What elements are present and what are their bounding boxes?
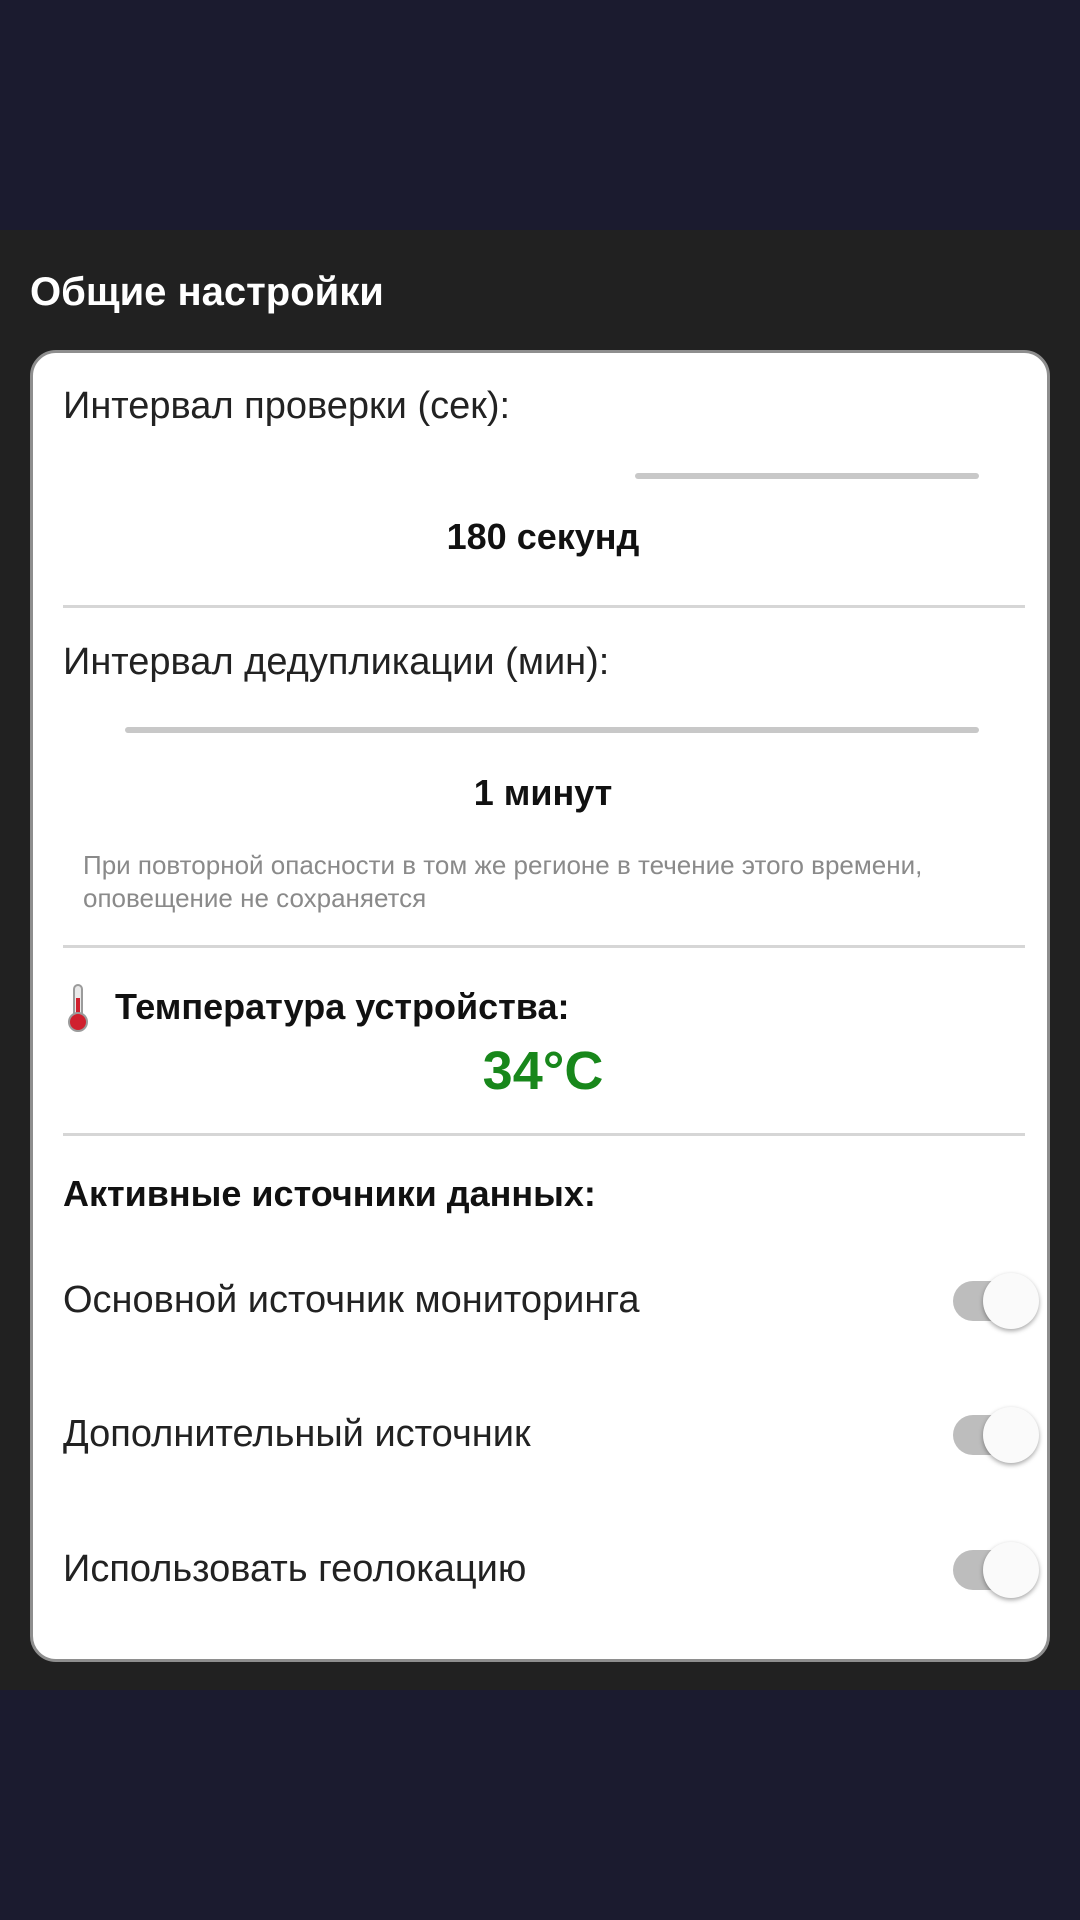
temperature-label: Температура устройства: [115, 986, 570, 1027]
thermometer-icon [63, 982, 93, 1032]
source-label-geolocation: Использовать геолокацию [63, 1548, 527, 1590]
switch-thumb [983, 1273, 1039, 1329]
temperature-row: Температура устройства: [63, 979, 569, 1035]
source-switch-main[interactable] [953, 1273, 1039, 1329]
settings-card: Интервал проверки (сек): 180 секунд Инте… [30, 350, 1050, 1662]
dedup-interval-hint: При повторной опасности в том же регионе… [83, 850, 923, 913]
check-interval-value: 180 секунд [446, 516, 640, 557]
divider [63, 1133, 1025, 1136]
source-switch-geolocation[interactable] [953, 1542, 1039, 1598]
source-toggle-row-geolocation[interactable]: Использовать геолокацию [63, 1534, 1039, 1604]
check-interval-slider[interactable] [635, 473, 979, 479]
section-title: Общие настройки [30, 270, 384, 314]
source-toggle-row-main[interactable]: Основной источник мониторинга [63, 1265, 1039, 1335]
source-label-main: Основной источник мониторинга [63, 1279, 640, 1321]
divider [63, 605, 1025, 608]
sources-title: Активные источники данных: [63, 1173, 596, 1214]
source-label-additional: Дополнительный источник [63, 1413, 531, 1455]
divider [63, 945, 1025, 948]
dedup-interval-value: 1 минут [473, 772, 613, 813]
source-switch-additional[interactable] [953, 1407, 1039, 1463]
dedup-interval-label: Интервал дедупликации (мин): [63, 641, 610, 683]
temperature-value: 34°C [482, 1041, 604, 1101]
source-toggle-row-additional[interactable]: Дополнительный источник [63, 1399, 1039, 1469]
check-interval-label: Интервал проверки (сек): [63, 385, 511, 427]
switch-thumb [983, 1542, 1039, 1598]
dedup-interval-slider[interactable] [125, 727, 979, 733]
switch-thumb [983, 1407, 1039, 1463]
